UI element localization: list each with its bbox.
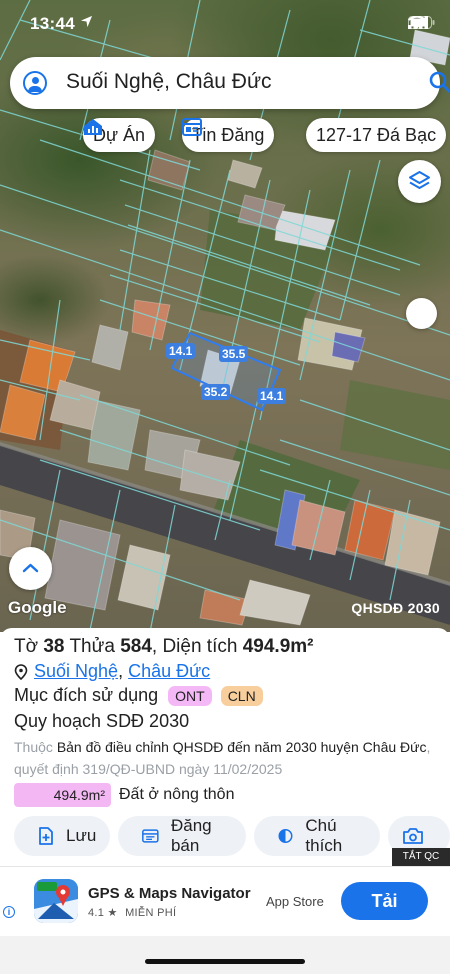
ad-install-button[interactable]: Tải	[341, 882, 428, 920]
dimension-label-east: 14.1	[257, 388, 287, 404]
save-button[interactable]: Lưu	[14, 816, 111, 856]
search-query[interactable]: Suối Nghệ, Châu Đức	[66, 70, 272, 94]
save-icon	[39, 827, 53, 845]
gps-app-icon	[34, 879, 78, 923]
parcel-header: Tờ 38 Thửa 584, Diện tích 494.9m²	[14, 636, 314, 657]
layers-button[interactable]	[398, 160, 441, 203]
ad-title: GPS & Maps Navigator	[88, 885, 251, 902]
post-listing-button-label: Đăng bán	[170, 816, 212, 855]
chip-location[interactable]: 127-17 Đá Bạc	[306, 118, 447, 152]
save-button-label: Lưu	[66, 826, 97, 845]
land-use-label: Mục đích sử dụng	[14, 685, 159, 705]
land-use-badge[interactable]: ONT	[168, 685, 212, 706]
layers-icon	[409, 171, 430, 189]
home-indicator[interactable]	[145, 959, 305, 964]
chevron-up-icon	[22, 563, 39, 573]
map-view[interactable]: 14.1 35.5 35.2 14.1 13:44 Suối Nghệ, Châ…	[0, 0, 450, 632]
plan-title: Quy hoạch SDĐ 2030	[14, 711, 190, 731]
parcel-info-panel: Tờ 38 Thửa 584, Diện tích 494.9m² Suối N…	[0, 628, 450, 864]
area-breakdown-row: 494.9m² Đất ở nông thôn	[14, 783, 234, 807]
map-overlay-label: QHSDĐ 2030	[351, 600, 440, 616]
house-chart-icon	[84, 119, 102, 135]
post-listing-button[interactable]: Đăng bán	[118, 816, 247, 856]
sheet-number: 38	[43, 636, 65, 657]
area-value: 494.9m²	[242, 636, 314, 657]
plan-description: Thuộc Bản đồ điều chỉnh QHSDĐ đến năm 20…	[14, 736, 434, 780]
post-listing-icon	[142, 829, 159, 843]
map-handle-button[interactable]	[406, 298, 437, 329]
chip-listings-label: Tin Đăng	[192, 124, 265, 145]
map-pin-icon	[14, 663, 28, 680]
land-use-row: Mục đích sử dụng ONT CLN	[14, 685, 263, 706]
area-breakdown-bar: 494.9m²	[14, 783, 111, 807]
status-time: 13:44	[30, 14, 75, 33]
plot-label: Thửa	[69, 636, 115, 657]
expand-panel-button[interactable]	[9, 547, 52, 590]
ad-meta: 4.1 ★ MIỄN PHÍ	[88, 906, 176, 919]
plan-prefix: Thuộc	[14, 739, 53, 755]
plot-number: 584	[120, 636, 152, 657]
close-ad-button[interactable]: TẮT QC	[392, 848, 450, 866]
ad-rating: 4.1 ★	[88, 907, 118, 919]
plan-document: Bản đồ điều chỉnh QHSDĐ đến năm 2030 huy…	[56, 739, 427, 755]
ad-price: MIỄN PHÍ	[125, 907, 177, 919]
sheet-label: Tờ	[14, 636, 39, 657]
newspaper-icon	[182, 118, 202, 136]
dimension-label-south: 35.2	[201, 384, 231, 400]
home-indicator-area	[0, 936, 450, 974]
ad-store-label: App Store	[266, 894, 324, 909]
parcel-location: Suối Nghệ , Châu Đức	[14, 661, 210, 682]
google-attribution: Google	[8, 598, 67, 617]
chip-projects[interactable]: Dự Án	[83, 118, 156, 152]
land-use-badge[interactable]: CLN	[220, 685, 263, 706]
add-photo-icon	[403, 828, 423, 844]
legend-button-label: Chú thích	[305, 816, 343, 855]
chip-location-label: 127-17 Đá Bạc	[316, 124, 437, 145]
area-breakdown-label: Đất ở nông thôn	[119, 786, 235, 803]
dimension-label-north: 35.5	[219, 346, 249, 362]
chip-listings[interactable]: Tin Đăng	[182, 118, 275, 152]
account-icon[interactable]	[23, 71, 47, 95]
district-link[interactable]: Châu Đức	[128, 661, 210, 682]
legend-button[interactable]: Chú thích	[254, 816, 380, 856]
location-separator: ,	[118, 661, 124, 681]
area-label: Diện tích	[162, 636, 238, 657]
ad-banner[interactable]: i GPS & Maps Navigator 4.1 ★ MIỄN PHÍ Ap…	[0, 866, 450, 936]
dimension-label-west: 14.1	[166, 343, 196, 359]
search-bar[interactable]: Suối Nghệ, Châu Đức	[10, 57, 450, 109]
legend-icon	[278, 829, 293, 843]
commune-link[interactable]: Suối Nghệ	[34, 661, 118, 682]
ad-info-icon[interactable]: i	[3, 906, 15, 918]
status-bar: 13:44	[0, 0, 450, 48]
action-bar: Lưu Đăng bán Chú thích	[14, 816, 450, 856]
